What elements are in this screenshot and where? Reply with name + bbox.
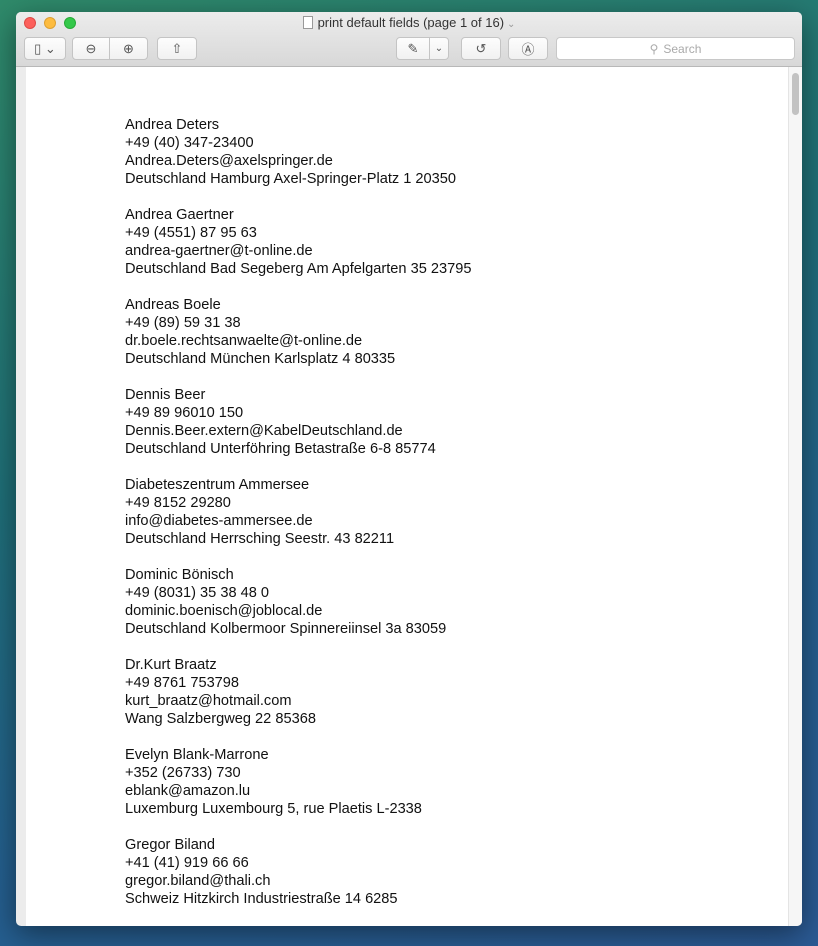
contact-name: Gregor Biland [125, 837, 216, 853]
scrollbar[interactable] [788, 67, 802, 926]
contact-address: Luxemburg Luxembourg 5, rue Plaetis L-23… [125, 801, 422, 817]
contact-email: andrea-gaertner@t-online.de [125, 243, 313, 259]
contact-phone: +352 (26733) 730 [125, 765, 241, 781]
contact-entry: Dennis Beer +49 89 96010 150 Dennis.Beer.e… [125, 386, 471, 458]
contact-entry: Diabeteszentrum Ammersee +49 8152 29280 in… [125, 476, 471, 548]
contact-name: Andrea Gaertner [125, 207, 234, 223]
zoom-out-button[interactable]: ⊖ [72, 37, 110, 60]
contact-entry: Gregor Biland +41 (41) 919 66 66 gregor.bi… [125, 836, 471, 908]
contact-name: Dr.Kurt Braatz [125, 657, 217, 673]
contact-entry: Andreas Boele +49 (89) 59 31 38 dr.boele.r… [125, 296, 471, 368]
contact-email: Andrea.Deters@axelspringer.de [125, 153, 333, 169]
contact-email: eblank@amazon.lu [125, 783, 251, 799]
toolbar: print default fields (page 1 of 16) ⌄ ▯ ⌄… [16, 12, 802, 67]
contact-address: Deutschland Herrsching Seestr. 43 82211 [125, 531, 395, 547]
zoom-in-icon: ⊕ [123, 40, 134, 56]
search-input[interactable]: ⚲ Search [556, 37, 795, 60]
chevron-down-icon: ⌄ [434, 43, 444, 54]
contact-phone: +49 89 96010 150 [125, 405, 244, 421]
share-icon: ⇧ [171, 40, 183, 56]
contact-name: Dennis Beer [125, 387, 206, 403]
contact-name: Dominic Bönisch [125, 567, 234, 583]
sidebar-icon: ▯ ⌄ [34, 40, 56, 56]
contact-address: Deutschland Kolbermoor Spinnereiinsel 3a… [125, 621, 447, 637]
contact-address: Deutschland Unterföhring Betastraße 6-8 … [125, 441, 436, 457]
contact-phone: +49 (89) 59 31 38 [125, 315, 241, 331]
share-button[interactable]: ⇧ [157, 37, 197, 60]
search-icon: ⚲ [649, 41, 659, 56]
contact-address: Wang Salzbergweg 22 85368 [125, 711, 316, 727]
pen-icon: ✎ [407, 40, 419, 56]
contact-entry: Andrea Deters +49 (40) 347-23400 Andrea.De… [125, 116, 471, 188]
contact-phone: +49 (4551) 87 95 63 [125, 225, 257, 241]
rotate-icon: ↺ [475, 40, 487, 56]
markup-toolbar-icon: Ⓐ [521, 42, 535, 57]
contact-address: Schweiz Hitzkirch Industriestraße 14 628… [125, 891, 398, 907]
contact-address: Deutschland Hamburg Axel-Springer-Platz … [125, 171, 456, 187]
contact-email: gregor.biland@thali.ch [125, 873, 271, 889]
search-placeholder: Search [663, 41, 702, 56]
contact-entry: Dr.Kurt Braatz +49 8761 753798 kurt_braatz… [125, 656, 471, 728]
contact-phone: +49 8152 29280 [125, 495, 231, 511]
title-text: print default fields (page 1 of 16) [317, 15, 505, 30]
preview-window: print default fields (page 1 of 16) ⌄ ▯ ⌄… [16, 12, 802, 926]
contact-phone: +49 (40) 347-23400 [125, 135, 254, 151]
scrollbar-thumb[interactable] [792, 73, 799, 115]
contact-name: Diabeteszentrum Ammersee [125, 477, 310, 493]
contact-email: Dennis.Beer.extern@KabelDeutschland.de [125, 423, 403, 439]
chevron-down-icon: ⌄ [507, 19, 516, 30]
sidebar-button[interactable]: ▯ ⌄ [24, 37, 66, 60]
contact-phone: +49 (8031) 35 38 48 0 [125, 585, 270, 601]
contact-phone: +49 8761 753798 [125, 675, 240, 691]
contact-entry: Evelyn Blank-Marrone +352 (26733) 730 ebla… [125, 746, 471, 818]
contact-email: dr.boele.rechtsanwaelte@t-online.de [125, 333, 363, 349]
rotate-button[interactable]: ↺ [461, 37, 501, 60]
document-page: Andrea Deters +49 (40) 347-23400 Andrea.De… [26, 67, 788, 926]
contact-phone: +41 (41) 919 66 66 [125, 855, 249, 871]
markup-menu-button[interactable]: ⌄ [429, 37, 449, 60]
zoom-in-button[interactable]: ⊕ [109, 37, 148, 60]
zoom-out-icon: ⊖ [85, 40, 97, 56]
contact-entry: Dominic Bönisch +49 (8031) 35 38 48 0 domi… [125, 566, 471, 638]
contact-name: Evelyn Blank-Marrone [125, 747, 269, 763]
contact-name: Andrea Deters [125, 117, 220, 133]
window-title[interactable]: print default fields (page 1 of 16) ⌄ [16, 15, 802, 30]
contact-address: Deutschland München Karlsplatz 4 80335 [125, 351, 396, 367]
contact-name: Andreas Boele [125, 297, 221, 313]
contact-email: kurt_braatz@hotmail.com [125, 693, 292, 709]
contact-entry: Andrea Gaertner +49 (4551) 87 95 63 andrea… [125, 206, 471, 278]
document-icon [302, 16, 313, 29]
contact-email: info@diabetes-ammersee.de [125, 513, 313, 529]
contact-email: dominic.boenisch@joblocal.de [125, 603, 323, 619]
markup-button[interactable]: ✎ [396, 37, 430, 60]
contact-address: Deutschland Bad Segeberg Am Apfelgarten … [125, 261, 472, 277]
annotate-button[interactable]: Ⓐ [508, 37, 548, 60]
